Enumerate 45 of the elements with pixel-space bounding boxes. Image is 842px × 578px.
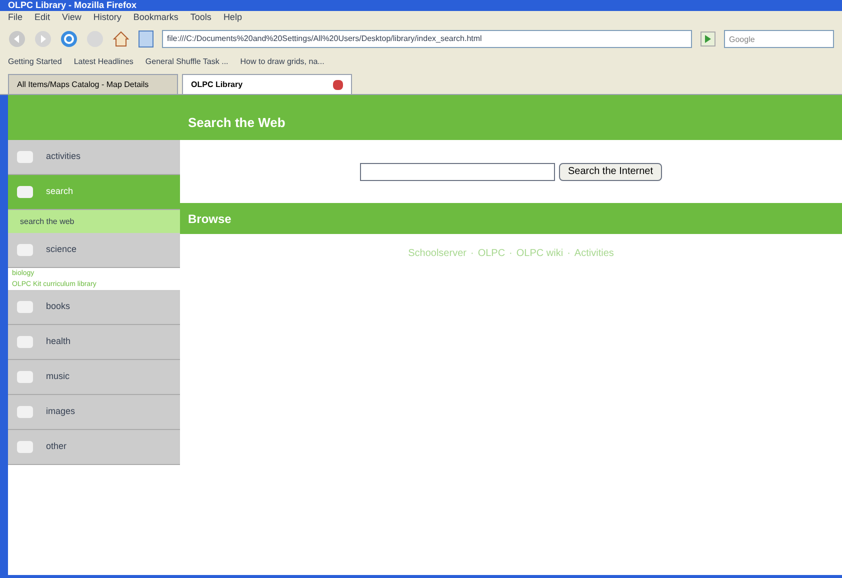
category-icon: [16, 299, 34, 315]
search-button[interactable]: Search the Internet: [558, 162, 662, 180]
sidebar-item[interactable]: images: [8, 395, 180, 430]
category-icon: [16, 242, 34, 258]
category-icon: [16, 439, 34, 455]
sidebar-item[interactable]: music: [8, 360, 180, 395]
category-icon: [16, 404, 34, 420]
separator: ·: [509, 247, 512, 261]
menu-item[interactable]: View: [62, 11, 82, 25]
page-icon[interactable]: [138, 30, 154, 48]
category-icon: [16, 149, 34, 165]
sidebar-item[interactable]: activities: [8, 140, 180, 175]
bookmark-link[interactable]: Getting Started: [8, 56, 62, 68]
search-field[interactable]: Google: [724, 30, 834, 48]
address-field[interactable]: file:///C:/Documents%20and%20Settings/All%20Users/Desktop/library/index_search.html: [162, 30, 692, 48]
separator: ·: [470, 247, 474, 261]
sidebar-item[interactable]: other: [8, 430, 180, 465]
search-input[interactable]: [360, 162, 555, 180]
window-title: OLPC Library - Mozilla Firefox: [8, 1, 137, 10]
browser-tab[interactable]: All Items/Maps Catalog - Map Details: [8, 74, 178, 94]
section-heading: Browse: [188, 210, 232, 228]
browser-tab[interactable]: OLPC Library: [182, 74, 352, 94]
menu-item[interactable]: Bookmarks: [133, 11, 178, 25]
reload-icon[interactable]: [60, 30, 78, 48]
close-tab-icon[interactable]: [333, 80, 343, 90]
menu-item[interactable]: File: [8, 11, 23, 25]
bookmark-link[interactable]: General Shuffle Task ...: [145, 56, 228, 68]
category-icon: [16, 334, 34, 350]
separator: ·: [567, 247, 570, 261]
bookmark-link[interactable]: How to draw grids, na...: [240, 56, 324, 68]
category-icon: [16, 184, 34, 200]
menu-item[interactable]: Tools: [190, 11, 212, 25]
section-heading: Search the Web: [188, 114, 286, 132]
sidebar-item[interactable]: health: [8, 325, 180, 360]
menu-item[interactable]: Help: [223, 11, 242, 25]
menu-item[interactable]: History: [93, 11, 122, 25]
category-icon: [16, 369, 34, 385]
go-icon[interactable]: [700, 31, 716, 47]
bookmark-link[interactable]: Latest Headlines: [74, 56, 134, 68]
sidebar-item[interactable]: science: [8, 233, 180, 268]
menu-item[interactable]: Edit: [34, 11, 50, 25]
sidebar-subitem[interactable]: search the web: [8, 210, 180, 233]
back-icon[interactable]: [8, 30, 26, 48]
sidebar-item[interactable]: books: [8, 290, 180, 325]
home-icon[interactable]: [112, 30, 130, 48]
